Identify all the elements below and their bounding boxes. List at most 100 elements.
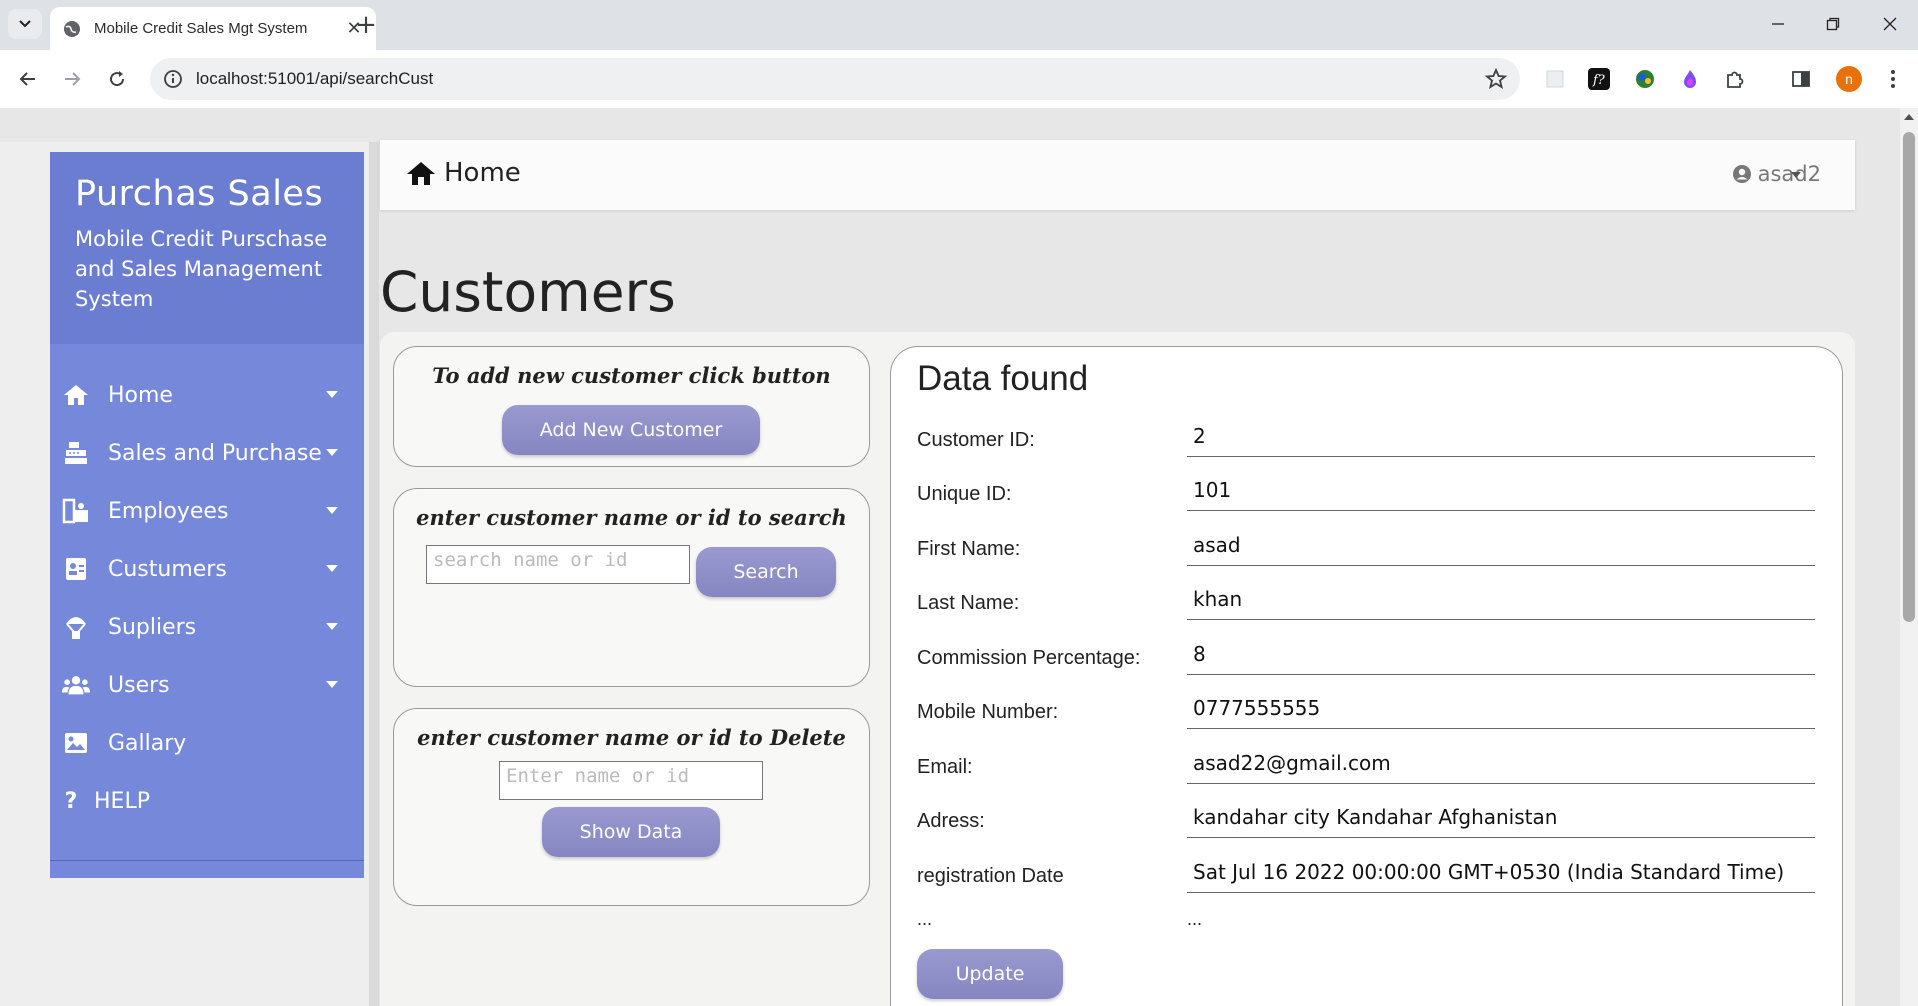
back-button[interactable]	[12, 63, 44, 95]
address-label: Adress:	[917, 810, 985, 832]
search-button[interactable]: Search	[696, 547, 836, 597]
reload-button[interactable]	[101, 63, 133, 95]
unique-id-label: Unique ID:	[917, 483, 1012, 505]
sidebar-item-label: Sales and Purchase	[108, 440, 322, 466]
commission-percentage-label: Commission Percentage:	[917, 647, 1141, 669]
new-tab-button[interactable]: +	[350, 9, 382, 41]
caret-down-icon	[326, 565, 338, 572]
sidebar-item-label: Supliers	[108, 614, 197, 640]
scroll-up-arrow-icon[interactable]	[1904, 114, 1914, 120]
last-name-field[interactable]: khan	[1187, 580, 1815, 620]
flame-extension-icon[interactable]	[1677, 66, 1703, 92]
navbar-home-label: Home	[444, 158, 521, 188]
sidebar-header: Purchas Sales Mobile Credit Purschase an…	[50, 152, 364, 344]
minimize-button[interactable]	[1760, 8, 1796, 40]
mobile-number-field[interactable]: 0777555555	[1187, 689, 1815, 729]
address-bar[interactable]: localhost:51001/api/searchCust	[150, 58, 1520, 100]
delete-search-input[interactable]: Enter name or id	[499, 761, 763, 800]
registration-date-label: registration Date	[917, 865, 1064, 887]
home-icon	[62, 381, 90, 409]
kebab-menu-icon[interactable]	[1880, 66, 1906, 92]
user-menu[interactable]: asad2	[1732, 162, 1821, 186]
user-circle-icon	[1732, 165, 1751, 183]
last-name-label: Last Name:	[917, 592, 1020, 614]
globe-icon	[64, 20, 80, 37]
puzzle-extensions-icon[interactable]	[1722, 66, 1748, 92]
employee-icon	[62, 497, 90, 525]
bookmark-star-icon[interactable]	[1484, 67, 1508, 91]
caret-down-icon	[326, 681, 338, 688]
ellipsis-value: ...	[1187, 909, 1203, 929]
restore-button[interactable]	[1815, 8, 1851, 40]
users-icon	[62, 671, 90, 699]
scrollbar-thumb[interactable]	[1903, 132, 1915, 622]
sidebar-item-label: Custumers	[108, 556, 227, 582]
sidebar-divider	[369, 142, 379, 1006]
show-data-button[interactable]: Show Data	[542, 807, 720, 857]
globe-extension-icon[interactable]	[1632, 66, 1658, 92]
email-label: Email:	[917, 756, 973, 778]
sidebar-item-custumers[interactable]: Custumers	[50, 544, 364, 594]
sidebar-item-label: Employees	[108, 498, 229, 524]
extension-blank-icon[interactable]	[1542, 66, 1568, 92]
arrow-left-icon	[19, 72, 35, 86]
registration-date-field[interactable]: Sat Jul 16 2022 00:00:00 GMT+0530 (India…	[1187, 853, 1815, 893]
caret-down-icon	[326, 623, 338, 630]
username-label: asad2	[1757, 162, 1821, 186]
image-icon	[62, 729, 90, 757]
page-viewport: Purchas Sales Mobile Credit Purschase an…	[0, 108, 1900, 1006]
caret-down-icon	[326, 449, 338, 456]
info-icon[interactable]	[162, 68, 184, 90]
close-icon	[1883, 17, 1897, 31]
sidebar-item-help[interactable]: ? HELP	[50, 776, 364, 826]
tab-search-button[interactable]	[8, 9, 42, 39]
search-card-heading: enter customer name or id to search	[416, 505, 847, 530]
sidebar-item-home[interactable]: Home	[50, 370, 364, 420]
profile-avatar[interactable]: n	[1836, 66, 1862, 92]
home-icon	[407, 162, 435, 185]
email-field[interactable]: asad22@gmail.com	[1187, 744, 1815, 784]
data-found-title: Data found	[917, 359, 1089, 398]
sidebar-item-supliers[interactable]: Supliers	[50, 602, 364, 652]
arrow-right-icon	[65, 72, 81, 86]
reload-icon	[110, 71, 125, 87]
forward-button[interactable]	[56, 63, 88, 95]
sidebar-item-gallary[interactable]: Gallary	[50, 718, 364, 768]
minimize-icon	[1772, 23, 1784, 25]
question-icon: ?	[64, 788, 78, 814]
commission-percentage-field[interactable]: 8	[1187, 635, 1815, 675]
side-panel-icon[interactable]	[1788, 66, 1814, 92]
browser-tab[interactable]: Mobile Credit Sales Mgt System ✕	[50, 7, 376, 50]
customer-id-label: Customer ID:	[917, 429, 1035, 451]
browser-toolbar: localhost:51001/api/searchCust f? n	[0, 50, 1918, 108]
formula-extension-icon[interactable]: f?	[1586, 66, 1612, 92]
add-customer-card: To add new customer click button Add New…	[393, 346, 870, 467]
sidebar-item-users[interactable]: Users	[50, 660, 364, 710]
close-window-button[interactable]	[1872, 8, 1908, 40]
customer-data-card: Data found Customer ID: 2 Unique ID: 101…	[890, 346, 1843, 1006]
sidebar-item-employees[interactable]: Employees	[50, 486, 364, 536]
plus-icon: +	[355, 10, 377, 40]
id-card-icon	[62, 555, 90, 583]
sidebar-item-sales-and-purchase[interactable]: Sales and Purchase	[50, 428, 364, 478]
delete-card-heading: enter customer name or id to Delete	[417, 725, 846, 750]
sidebar: Purchas Sales Mobile Credit Purschase an…	[50, 152, 364, 878]
page-scrollbar[interactable]	[1900, 108, 1918, 1006]
ellipsis-label: ...	[917, 909, 933, 929]
update-button[interactable]: Update	[917, 949, 1063, 999]
delete-customer-card: enter customer name or id to Delete Ente…	[393, 708, 870, 906]
customer-id-field[interactable]: 2	[1187, 417, 1815, 457]
caret-down-icon	[1791, 172, 1801, 178]
page-title: Customers	[380, 260, 676, 324]
first-name-field[interactable]: asad	[1187, 526, 1815, 566]
address-field[interactable]: kandahar city Kandahar Afghanistan	[1187, 798, 1815, 838]
search-input[interactable]: search name or id	[426, 545, 690, 584]
add-card-heading: To add new customer click button	[432, 363, 831, 388]
unique-id-field[interactable]: 101	[1187, 471, 1815, 511]
chevron-down-icon	[19, 20, 31, 28]
navbar-home-link[interactable]: Home	[406, 158, 521, 188]
url-text[interactable]: localhost:51001/api/searchCust	[196, 69, 433, 89]
brand-subtitle: Mobile Credit Purschase and Sales Manage…	[75, 227, 328, 311]
search-customer-card: enter customer name or id to search sear…	[393, 488, 870, 687]
add-new-customer-button[interactable]: Add New Customer	[502, 405, 760, 455]
